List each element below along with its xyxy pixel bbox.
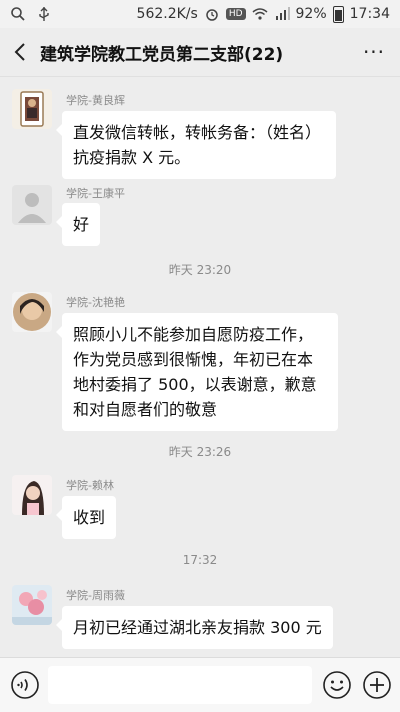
avatar[interactable] [12,292,52,332]
avatar[interactable] [12,585,52,625]
hd-badge: HD [225,8,246,20]
avatar[interactable] [12,185,52,225]
message-bubble[interactable]: 照顾小儿不能参加自愿防疫工作，作为党员感到很惭愧，年初已在本地村委捐了 500，… [56,313,338,431]
message-input[interactable] [48,666,312,704]
sender-name: 学院-赖林 [66,479,114,492]
clock: 17:34 [349,6,390,22]
input-bar [0,657,400,712]
chevron-left-icon [14,43,25,61]
back-button[interactable] [0,28,40,76]
timestamp: 17:32 [182,553,218,567]
more-button[interactable]: ··· [348,28,400,76]
battery-level: 92% [295,6,327,22]
timestamp: 昨天 23:26 [168,445,232,459]
message-bubble[interactable]: 月初已经通过湖北亲友捐款 300 元 [56,606,333,649]
message-bubble[interactable]: 好 [55,203,101,246]
chat-title: 建筑学院教工党员第二支部(22) [40,44,284,65]
chat-header: 建筑学院教工党员第二支部(22) ··· [0,28,400,77]
usb-icon [39,7,49,21]
battery-icon [332,5,344,23]
sender-name: 学院-王康平 [66,187,125,200]
avatar[interactable] [12,89,52,129]
signal-icon [275,7,290,20]
timestamp: 昨天 23:20 [168,263,232,277]
emoji-icon[interactable] [322,670,352,700]
alarm-icon [206,9,218,21]
search-icon [11,7,25,21]
sender-name: 学院-黄良辉 [66,94,125,107]
wifi-icon [252,8,268,20]
message-bubble[interactable]: 直发微信转帐，转帐务备：（姓名）抗疫捐款 X 元。 [56,111,336,179]
status-bar: 562.2K/s HD 92% 17:34 [0,0,400,28]
plus-icon[interactable] [362,670,392,700]
network-speed: 562.2K/s [136,6,198,22]
message-bubble[interactable]: 收到 [55,496,117,539]
sender-name: 学院-周雨薇 [66,589,125,602]
sender-name: 学院-沈艳艳 [66,296,125,309]
message-list[interactable]: 学院-黄良辉 直发微信转帐，转帐务备：（姓名）抗疫捐款 X 元。 学院-王康平 … [0,77,400,657]
voice-icon[interactable] [10,670,40,700]
avatar[interactable] [12,475,52,515]
